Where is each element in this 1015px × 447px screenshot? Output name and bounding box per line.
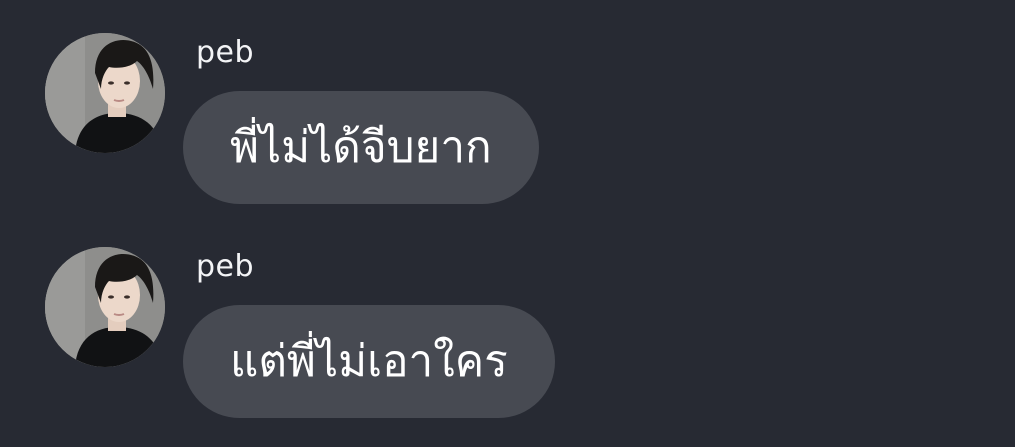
message-bubble[interactable]: แต่พี่ไม่เอาใคร [183, 305, 555, 418]
avatar-photo-icon [45, 247, 165, 367]
message-text: แต่พี่ไม่เอาใคร [230, 335, 508, 387]
avatar-photo-icon [45, 33, 165, 153]
chat-message: peb พี่ไม่ได้จีบยาก [0, 33, 1015, 233]
sender-name: peb [196, 35, 255, 70]
avatar[interactable] [45, 247, 165, 367]
sender-name: peb [196, 249, 255, 284]
chat-message: peb แต่พี่ไม่เอาใคร [0, 247, 1015, 447]
message-bubble[interactable]: พี่ไม่ได้จีบยาก [183, 91, 539, 204]
avatar[interactable] [45, 33, 165, 153]
message-text: พี่ไม่ได้จีบยาก [230, 121, 492, 173]
